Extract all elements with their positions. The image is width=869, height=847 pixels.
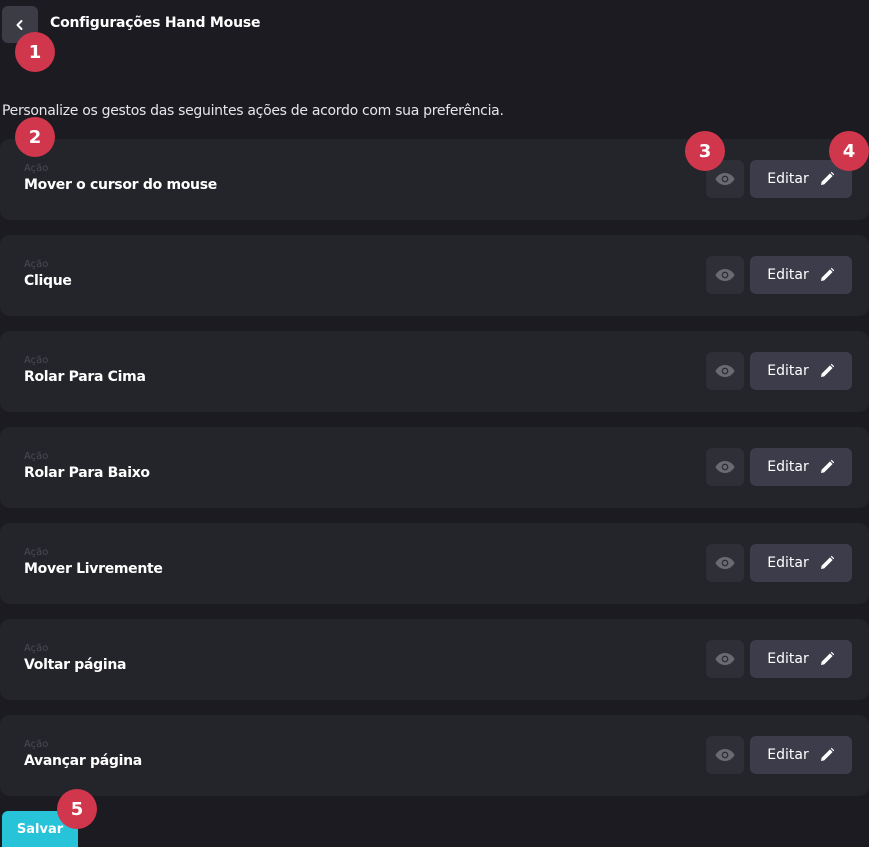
pencil-icon [820,267,834,281]
action-name: Mover Livremente [24,561,163,577]
eye-icon [715,749,735,761]
action-card: Ação Clique Editar [0,235,869,316]
edit-gesture-button[interactable]: Editar [750,736,852,774]
action-label: Ação [24,643,49,654]
edit-label: Editar [767,651,809,667]
pencil-icon [820,651,834,665]
edit-label: Editar [767,171,809,187]
hand-mouse-settings-page: Configurações Hand Mouse Personalize os … [0,0,869,847]
action-name: Mover o cursor do mouse [24,177,217,193]
edit-gesture-button[interactable]: Editar [750,640,852,678]
view-gesture-button[interactable] [706,544,744,582]
pencil-icon [820,459,834,473]
action-card: Ação Mover Livremente Editar [0,523,869,604]
annotation-marker: 3 [685,131,725,171]
action-card: Ação Voltar página Editar [0,619,869,700]
edit-gesture-button[interactable]: Editar [750,448,852,486]
pencil-icon [820,747,834,761]
eye-icon [715,173,735,185]
eye-icon [715,461,735,473]
eye-icon [715,365,735,377]
eye-icon [715,653,735,665]
action-name: Rolar Para Baixo [24,465,150,481]
action-name: Avançar página [24,753,142,769]
eye-icon [715,557,735,569]
edit-label: Editar [767,747,809,763]
annotation-marker: 2 [15,117,55,157]
action-card: Ação Mover o cursor do mouse Editar [0,139,869,220]
annotation-marker: 5 [57,789,97,829]
chevron-left-icon [16,19,23,30]
edit-label: Editar [767,555,809,571]
pencil-icon [820,555,834,569]
edit-label: Editar [767,363,809,379]
eye-icon [715,269,735,281]
view-gesture-button[interactable] [706,448,744,486]
action-card: Ação Rolar Para Baixo Editar [0,427,869,508]
action-label: Ação [24,355,49,366]
edit-gesture-button[interactable]: Editar [750,352,852,390]
view-gesture-button[interactable] [706,256,744,294]
annotation-marker: 4 [829,131,869,171]
action-name: Clique [24,273,72,289]
edit-label: Editar [767,267,809,283]
action-card: Ação Avançar página Editar [0,715,869,796]
edit-gesture-button[interactable]: Editar [750,544,852,582]
view-gesture-button[interactable] [706,640,744,678]
page-title: Configurações Hand Mouse [50,15,261,31]
edit-label: Editar [767,459,809,475]
pencil-icon [820,171,834,185]
annotation-marker: 1 [15,32,55,72]
action-card: Ação Rolar Para Cima Editar [0,331,869,412]
action-name: Rolar Para Cima [24,369,146,385]
action-label: Ação [24,451,49,462]
page-description: Personalize os gestos das seguintes açõe… [2,103,504,119]
view-gesture-button[interactable] [706,736,744,774]
action-label: Ação [24,739,49,750]
pencil-icon [820,363,834,377]
edit-gesture-button[interactable]: Editar [750,256,852,294]
action-label: Ação [24,259,49,270]
action-label: Ação [24,163,49,174]
action-label: Ação [24,547,49,558]
view-gesture-button[interactable] [706,352,744,390]
action-name: Voltar página [24,657,127,673]
